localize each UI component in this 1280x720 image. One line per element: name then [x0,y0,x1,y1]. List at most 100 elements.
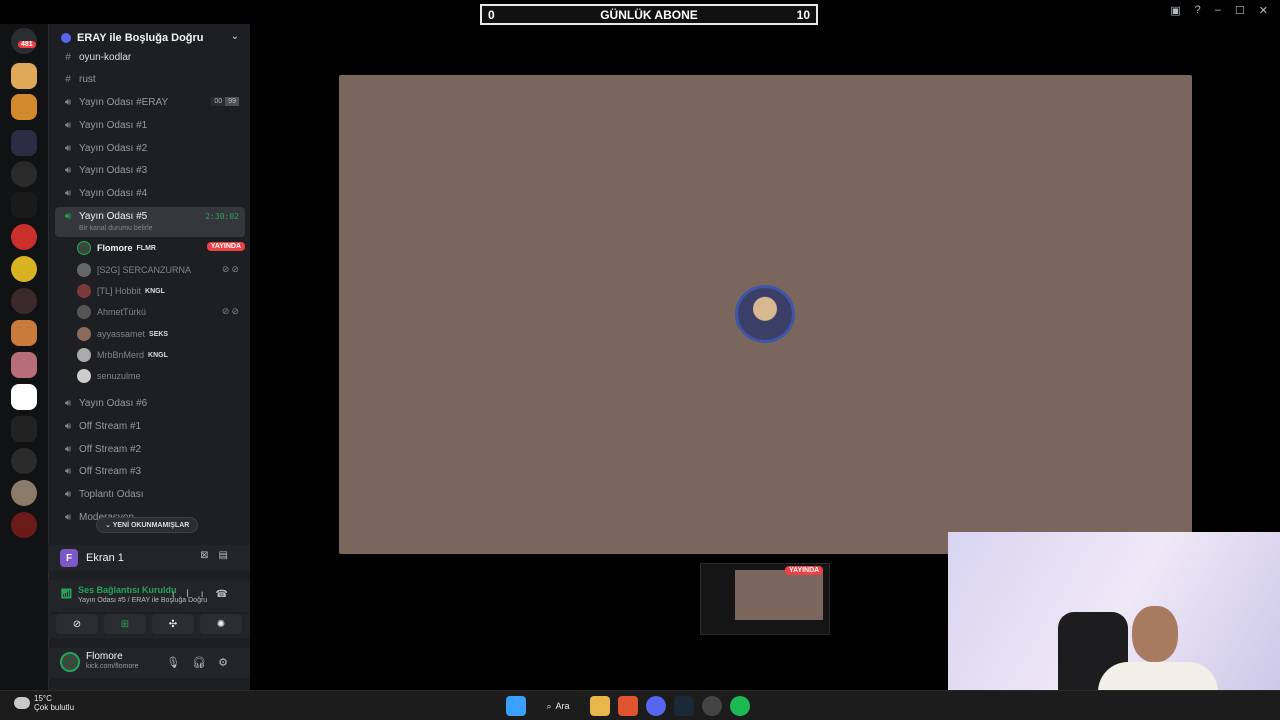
speaker-icon: 🔊︎ [64,187,72,199]
server-icon-13[interactable] [11,480,37,506]
server-icon-7[interactable] [11,288,37,314]
windows-start-icon[interactable] [506,696,526,716]
server-folder-icon[interactable] [11,130,37,156]
goal-title: GÜNLÜK ABONE [600,7,698,22]
server-icon-3[interactable] [11,161,37,187]
screen-initial: F [60,549,78,567]
disconnect-icons[interactable]: ılı☎︎ [172,589,240,600]
channel-oyun-kodlar[interactable]: # oyun-kodlar [55,47,245,67]
window-controls: ▣ ? – ☐ ✕ [1170,4,1268,17]
steam-icon[interactable] [674,696,694,716]
soundboard-button[interactable]: ✺ [200,614,242,634]
screen-actions-icons[interactable]: ⊠▤ [200,550,238,561]
close-icon[interactable]: ✕ [1259,4,1268,17]
server-icon-10[interactable] [11,384,37,410]
brave-icon[interactable] [618,696,638,716]
minimize-icon[interactable]: – [1215,4,1221,17]
server-icon-14[interactable] [11,512,37,538]
server-icon-2[interactable] [11,94,37,120]
mic-headset-settings-icons[interactable]: 🎙︎🎧︎⚙︎ [166,656,240,669]
voice-user[interactable]: senuzulme [77,367,245,385]
channel-status[interactable]: Bir kanal durumu belirle [79,225,153,232]
voice-user-flomore[interactable]: Flomore FLMR YAYINDA [77,239,245,257]
server-icon-9[interactable] [11,352,37,378]
taskbar-apps: ⌕ Ara [506,696,750,716]
new-unreads-button[interactable]: ⌄ YENİ OKUNMAMIŞLAR [96,517,199,533]
help-icon[interactable]: ? [1195,4,1201,17]
avatar [77,327,91,341]
goal-target: 10 [796,7,810,22]
speaker-icon: 🔊︎ [64,397,72,409]
weather-desc: Çok bulutlu [34,703,75,712]
stream-preview[interactable]: YAYINDA [700,563,830,635]
voice-stage [339,75,1192,554]
subscriber-goal-bar: 0 GÜNLÜK ABONE 10 [480,4,818,25]
server-icon-12[interactable] [11,448,37,474]
live-badge: YAYINDA [206,242,245,251]
signal-icon[interactable]: 📶︎ [60,589,73,600]
chevron-down-icon[interactable]: ⌄ [231,31,239,42]
channel-yayin-6[interactable]: 🔊︎ Yayın Odası #6 [55,393,245,413]
user-panel: Flomore kick.com/flomore 🎙︎🎧︎⚙︎ [48,648,250,678]
weather-widget[interactable]: 15°C Çok bulutlu [14,694,74,712]
voice-user[interactable]: [S2G] SERCANZURNA ⊘⊘ [77,261,245,279]
search-icon: ⌕ [546,700,552,711]
speaker-icon: 🔊︎ [64,420,72,432]
taskbar: 15°C Çok bulutlu ⌕ Ara [0,690,1280,720]
channel-yayin-2[interactable]: 🔊︎ Yayın Odası #2 [55,138,245,158]
activities-button[interactable]: ✣ [152,614,194,634]
speaker-icon: 🔊︎ [64,443,72,455]
channel-off-stream-3[interactable]: 🔊︎ Off Stream #3 [55,461,245,481]
server-icon-1[interactable] [11,63,37,89]
channel-yayin-eray[interactable]: 🔊︎ Yayın Odası #ERAY 00 99 [55,92,245,112]
server-rail: 481 [0,24,48,692]
app-icon[interactable] [702,696,722,716]
spotify-icon[interactable] [730,696,750,716]
channel-off-stream-2[interactable]: 🔊︎ Off Stream #2 [55,439,245,459]
stream-timer: 2:30:02 [205,212,239,221]
speaker-icon: 🔊︎ [64,511,72,523]
avatar[interactable] [60,652,80,672]
speaker-icon: 🔊︎ [64,465,72,477]
channel-yayin-5-active[interactable]: 🔊︎ Yayın Odası #5 2:30:02 Bir kanal durum… [55,207,245,237]
notification-badge: 481 [18,41,36,48]
search-button[interactable]: ⌕ Ara [534,696,582,716]
server-icon-8[interactable] [11,320,37,346]
temperature: 15°C [34,694,52,703]
server-name: ERAY ile Boşluğa Doğru [77,32,204,44]
server-icon-6[interactable] [11,256,37,282]
muted-icons: ⊘⊘ [221,306,241,316]
hash-icon: # [65,51,71,63]
screen-label: Ekran 1 [86,552,124,564]
voice-connection-panel: 📶︎ Ses Bağlantısı Kuruldu Yayın Odası #5… [48,580,250,612]
channel-yayin-3[interactable]: 🔊︎ Yayın Odası #3 [55,160,245,180]
avatar [77,369,91,383]
channel-yayin-4[interactable]: 🔊︎ Yayın Odası #4 [55,183,245,203]
screen-share-panel[interactable]: F Ekran 1 ⊠▤ [48,545,250,571]
channel-off-stream-1[interactable]: 🔊︎ Off Stream #1 [55,416,245,436]
server-icon-4[interactable] [11,192,37,218]
maximize-icon[interactable]: ☐ [1235,4,1245,17]
voice-user[interactable]: [TL] Hobbit KNGL [77,282,245,300]
server-icon-5[interactable] [11,224,37,250]
speaker-icon: 🔊︎ [64,96,72,108]
voice-user[interactable]: ayyassamet SEKS [77,325,245,343]
camera-off-button[interactable]: ⊘ [56,614,98,634]
speaker-icon: 🔊︎ [64,164,72,176]
cloud-icon [14,697,30,709]
channel-yayin-1[interactable]: 🔊︎ Yayın Odası #1 [55,115,245,135]
avatar [77,284,91,298]
voice-user[interactable]: MrbBnMerd KNGL [77,346,245,364]
speaker-avatar[interactable] [735,285,795,343]
discord-icon[interactable] [646,696,666,716]
server-icon-11[interactable] [11,416,37,442]
file-explorer-icon[interactable] [590,696,610,716]
voice-controls: ⊘ ⊞ ✣ ✺ [48,614,250,638]
channel-rust[interactable]: # rust [55,69,245,89]
speaker-icon: 🔊︎ [64,142,72,154]
voice-user[interactable]: AhmetTürkü ⊘⊘ [77,303,245,321]
channel-toplanti[interactable]: 🔊︎ Toplantı Odası [55,484,245,504]
share-screen-button[interactable]: ⊞ [104,614,146,634]
speaker-icon: 🔊︎ [64,119,72,131]
inbox-icon[interactable]: ▣ [1170,4,1180,17]
